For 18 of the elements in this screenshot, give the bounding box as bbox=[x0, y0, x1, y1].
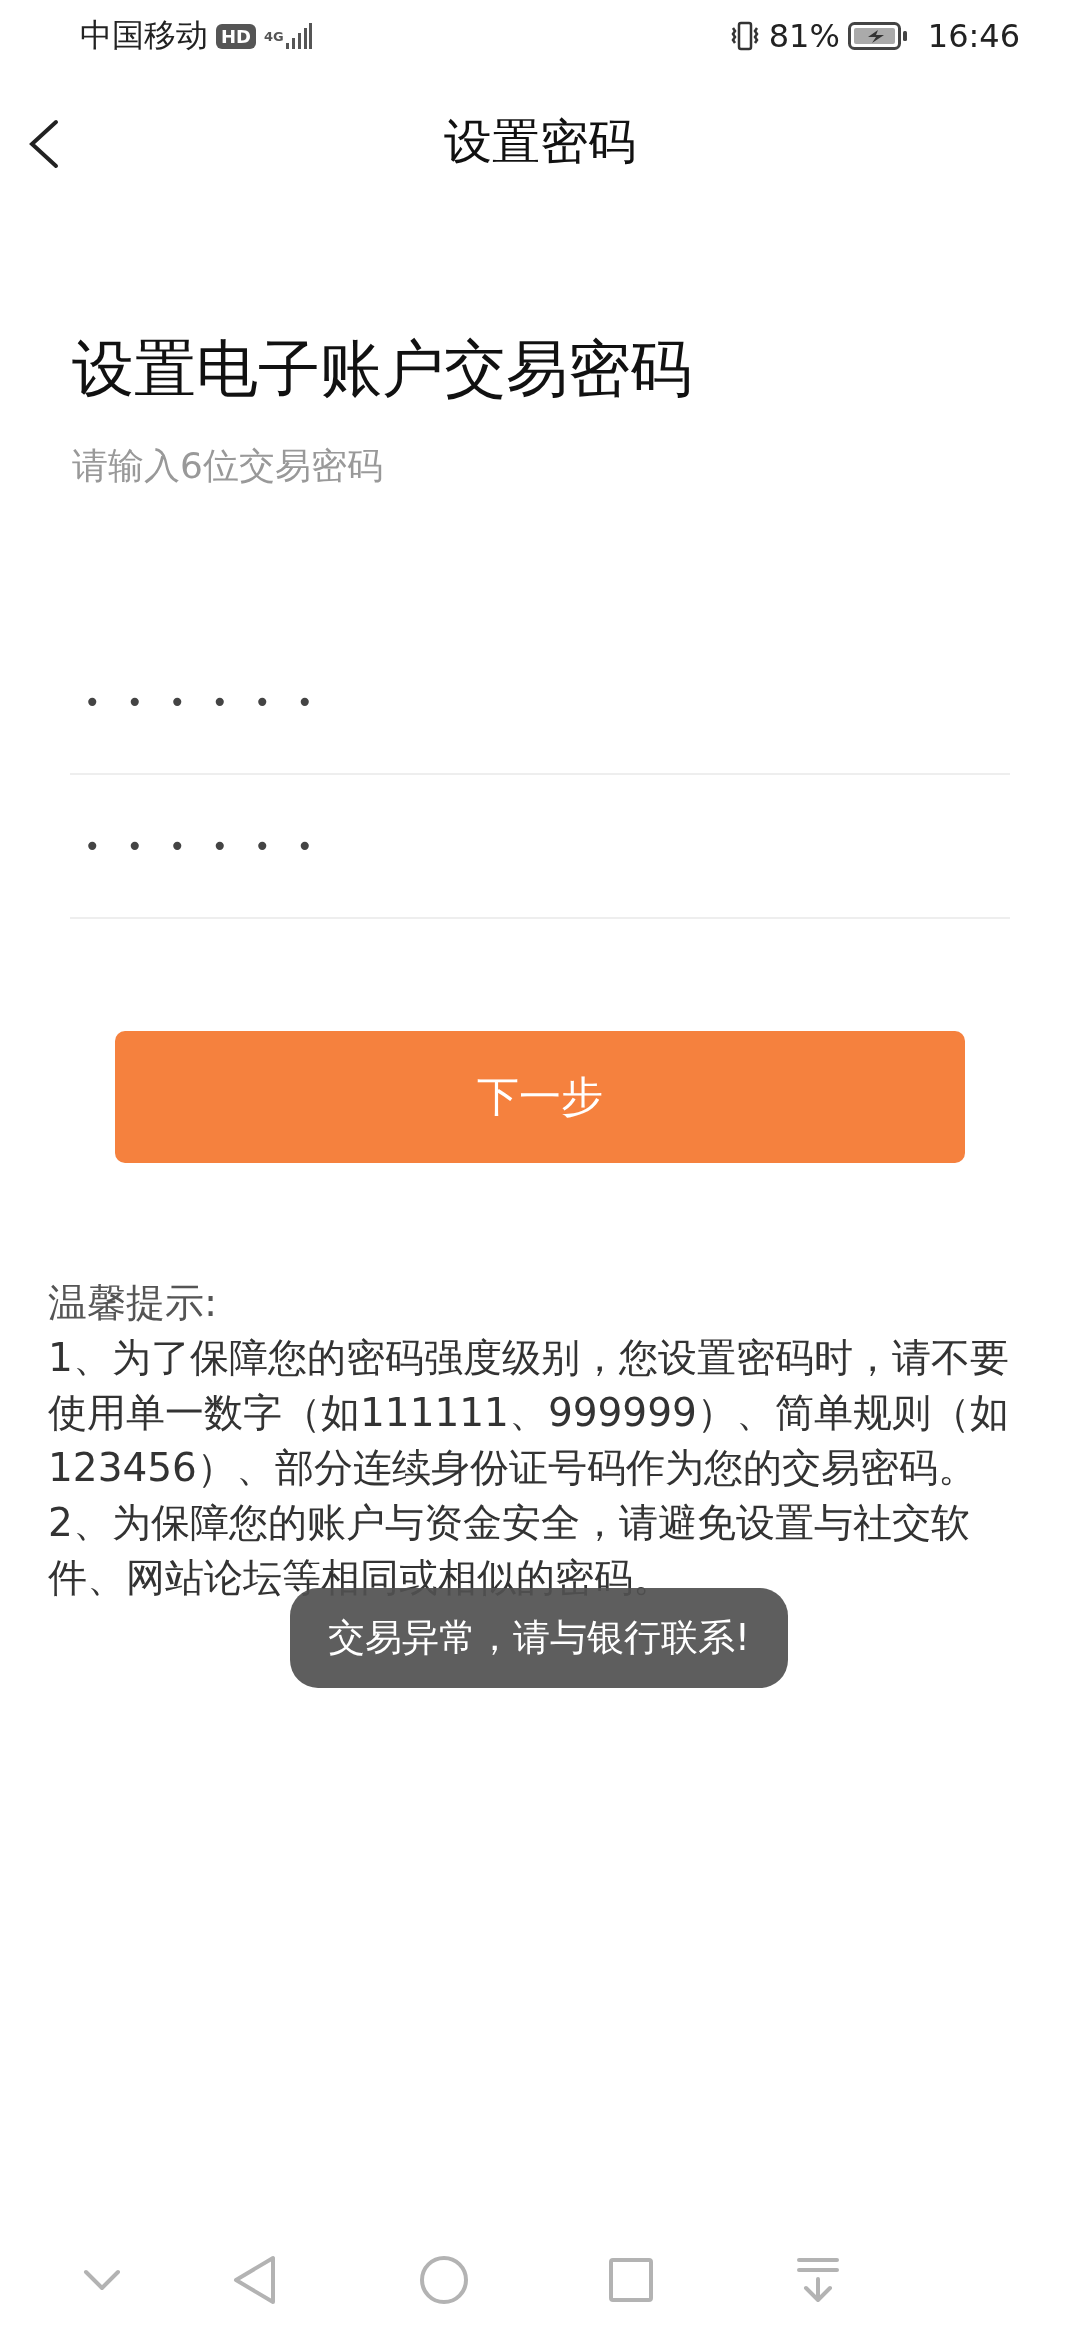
network-label: 4G bbox=[264, 28, 284, 44]
hd-badge: HD bbox=[216, 23, 256, 49]
clock: 16:46 bbox=[927, 17, 1020, 55]
password-field[interactable]: •••••• bbox=[70, 631, 1010, 776]
tip-text: 1、为了保障您的密码强度级别，您设置密码时，请不要使用单一数字（如111111、999999）、简单规则（如123456）、部分连续身份证号码作为您的交易密码。 bbox=[48, 1334, 1010, 1493]
heading: 设置电子账户交易密码 bbox=[71, 331, 693, 407]
battery-percent: 81% bbox=[768, 17, 840, 55]
password-field[interactable]: •••••• bbox=[70, 775, 1010, 920]
page-title: 设置密码 bbox=[444, 112, 636, 171]
carrier-name: 中国移动 bbox=[80, 15, 208, 56]
subtitle: 请输入6位交易密码 bbox=[71, 444, 384, 489]
download-icon[interactable] bbox=[796, 2257, 840, 2303]
signal-icon bbox=[285, 21, 312, 51]
tips-heading: 温馨提示: bbox=[48, 1279, 219, 1328]
home-icon[interactable] bbox=[418, 2254, 470, 2306]
battery-charging-icon bbox=[847, 21, 908, 51]
chevron-down-icon[interactable] bbox=[82, 2268, 122, 2292]
recents-icon[interactable] bbox=[608, 2257, 654, 2303]
